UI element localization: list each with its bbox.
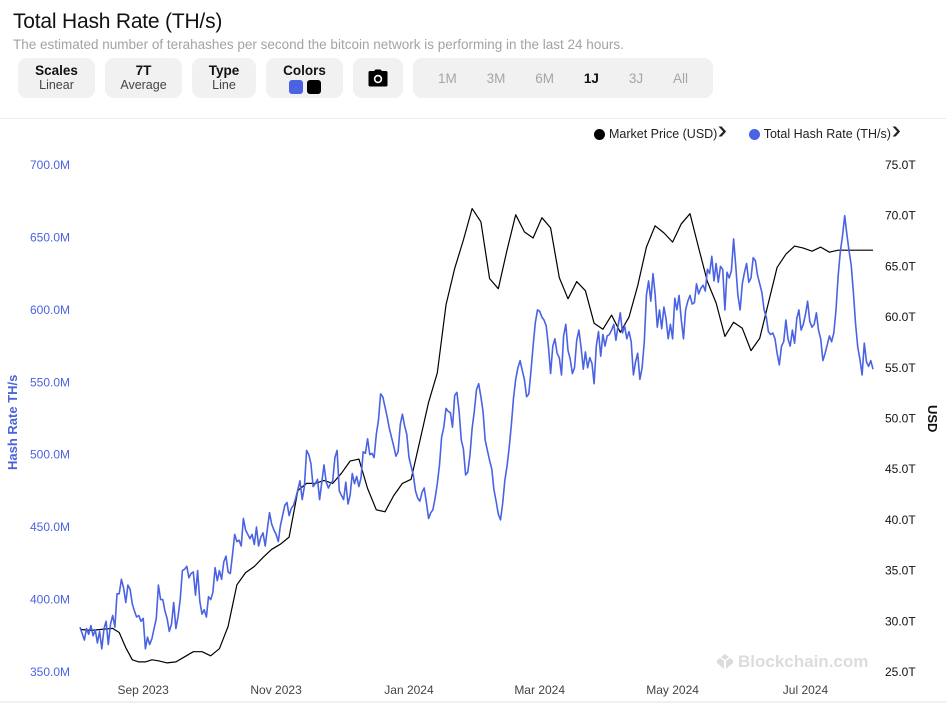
- x-axis-tick: Mar 2024: [514, 683, 565, 697]
- right-axis-tick: 40.0T: [885, 513, 916, 527]
- right-axis-tick: 45.0T: [885, 462, 916, 476]
- left-axis-ticks: 350.0M 400.0M 450.0M 500.0M 550.0M 600.0M 650.…: [30, 158, 70, 679]
- left-axis-tick: 550.0M: [30, 375, 70, 389]
- watermark-text: Blockchain.com: [738, 652, 869, 671]
- watermark: Blockchain.com: [716, 652, 868, 672]
- x-axis-tick: Jul 2024: [783, 683, 829, 697]
- left-axis-tick: 350.0M: [30, 665, 70, 679]
- hash-rate-chart: 350.0M 400.0M 450.0M 500.0M 550.0M 600.0M 650.…: [30, 158, 916, 697]
- left-axis-tick: 600.0M: [30, 303, 70, 317]
- left-axis-tick: 700.0M: [30, 158, 70, 172]
- left-axis-label: Hash Rate TH/s: [5, 374, 20, 470]
- right-axis-tick: 25.0T: [885, 665, 916, 679]
- x-axis-tick: May 2024: [646, 683, 699, 697]
- right-axis-tick: 75.0T: [885, 158, 916, 172]
- x-axis-ticks: Sep 2023 Nov 2023 Jan 2024 Mar 2024 May 2024…: [117, 683, 828, 697]
- right-axis-tick: 60.0T: [885, 310, 916, 324]
- right-axis-tick: 55.0T: [885, 361, 916, 375]
- right-axis-tick: 30.0T: [885, 614, 916, 628]
- x-axis-tick: Sep 2023: [117, 683, 169, 697]
- x-axis-tick: Jan 2024: [384, 683, 434, 697]
- right-axis-label: USD: [925, 405, 940, 433]
- right-axis-ticks: 25.0T 30.0T 35.0T 40.0T 45.0T 50.0T 55.0T 60.0T…: [885, 158, 916, 679]
- right-axis-tick: 35.0T: [885, 564, 916, 578]
- left-axis-tick: 400.0M: [30, 593, 70, 607]
- left-axis-tick: 500.0M: [30, 448, 70, 462]
- right-axis-tick: 70.0T: [885, 209, 916, 223]
- right-axis-tick: 65.0T: [885, 259, 916, 273]
- x-axis-tick: Nov 2023: [250, 683, 302, 697]
- hash-rate-line: [79, 214, 874, 650]
- left-axis-tick: 650.0M: [30, 230, 70, 244]
- right-axis-tick: 50.0T: [885, 412, 916, 426]
- series-lines: [79, 208, 874, 664]
- blockchain-logo-icon: [717, 654, 733, 669]
- left-axis-tick: 450.0M: [30, 520, 70, 534]
